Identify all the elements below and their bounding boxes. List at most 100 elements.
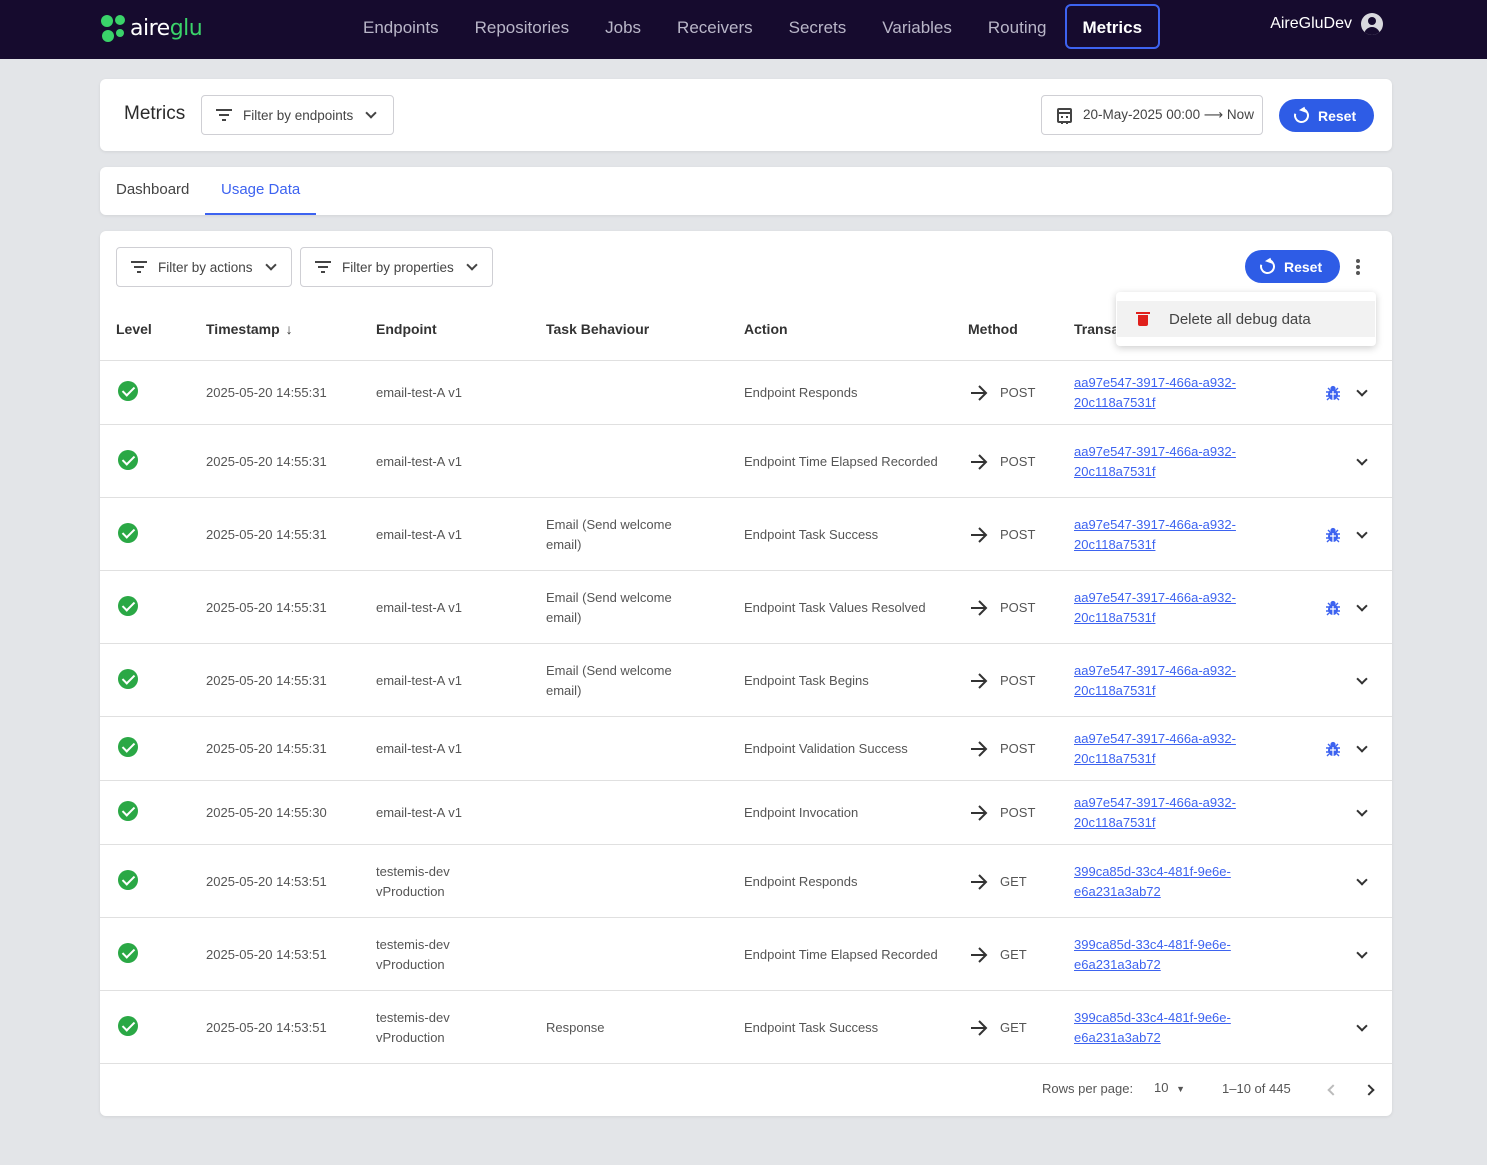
table-row[interactable]: 2025-05-20 14:55:31 email-test-A v1 Endpoi… [100, 424, 1392, 497]
method-cell: POST [1000, 672, 1036, 688]
endpoint-cell: email-test-A v1 [376, 599, 462, 615]
nav-item-metrics[interactable]: Metrics [1064, 4, 1161, 49]
nav-item-repositories[interactable]: Repositories [457, 4, 588, 49]
endpoint-cell: testemis-dev vProduction [376, 1009, 450, 1045]
main-nav: Endpoints Repositories Jobs Receivers Secret… [345, 4, 1161, 49]
task-behaviour-cell [546, 425, 696, 498]
arrow-right-icon [971, 873, 988, 890]
transaction-link[interactable]: aa97e547-3917-466a-a932-20c118a7531f [1074, 425, 1314, 498]
arrow-right-icon [971, 672, 988, 689]
endpoint-cell: testemis-dev vProduction [376, 863, 450, 899]
table-row[interactable]: 2025-05-20 14:53:51 testemis-dev vProduct… [100, 844, 1392, 917]
table-reset-button[interactable]: Reset [1245, 250, 1341, 283]
transaction-link[interactable]: 399ca85d-33c4-481f-9e6e-e6a231a3ab72 [1074, 991, 1314, 1064]
expand-row-icon[interactable] [1356, 672, 1368, 685]
pagination-range: 1–10 of 445 [1222, 1081, 1291, 1096]
transaction-link[interactable]: aa97e547-3917-466a-a932-20c118a7531f [1074, 644, 1314, 717]
action-cell: Endpoint Task Success [744, 526, 879, 542]
column-header-action[interactable]: Action [744, 321, 788, 337]
sort-descending-icon[interactable]: ↓ [286, 321, 293, 337]
table-row[interactable]: 2025-05-20 14:55:30 email-test-A v1 Endpoi… [100, 780, 1392, 844]
chevron-down-icon [264, 259, 277, 271]
expand-row-icon[interactable] [1356, 1019, 1368, 1032]
transaction-link[interactable]: aa97e547-3917-466a-a932-20c118a7531f [1074, 361, 1314, 425]
transaction-link[interactable]: 399ca85d-33c4-481f-9e6e-e6a231a3ab72 [1074, 845, 1314, 918]
bug-icon[interactable] [1326, 741, 1340, 757]
rows-per-page-select[interactable]: 10 ▼ [1154, 1080, 1185, 1095]
expand-row-icon[interactable] [1356, 873, 1368, 886]
expand-row-icon[interactable] [1356, 526, 1368, 539]
expand-row-icon[interactable] [1356, 385, 1368, 397]
column-header-timestamp[interactable]: Timestamp ↓ [206, 321, 293, 337]
calendar-icon [1057, 107, 1072, 124]
filter-icon [131, 261, 147, 273]
endpoint-cell: email-test-A v1 [376, 741, 462, 756]
table-row[interactable]: 2025-05-20 14:55:31 email-test-A v1 Email … [100, 643, 1392, 716]
user-menu[interactable]: AireGluDev [1270, 13, 1383, 35]
more-options-icon[interactable] [1356, 259, 1360, 275]
task-behaviour-cell: Response [546, 1019, 605, 1035]
success-check-icon [118, 595, 138, 616]
date-range-picker[interactable]: 20-May-2025 00:00 ⟶ Now [1041, 95, 1263, 135]
expand-row-icon[interactable] [1356, 741, 1368, 753]
transaction-link[interactable]: aa97e547-3917-466a-a932-20c118a7531f [1074, 498, 1314, 571]
next-page-icon[interactable] [1363, 1084, 1375, 1096]
timestamp-cell: 2025-05-20 14:53:51 [206, 1019, 327, 1035]
nav-item-endpoints[interactable]: Endpoints [345, 4, 457, 49]
success-check-icon [118, 381, 138, 401]
timestamp-cell: 2025-05-20 14:55:31 [206, 453, 327, 469]
transaction-link[interactable]: aa97e547-3917-466a-a932-20c118a7531f [1074, 717, 1314, 781]
column-header-method[interactable]: Method [968, 321, 1018, 337]
transaction-link[interactable]: 399ca85d-33c4-481f-9e6e-e6a231a3ab72 [1074, 918, 1314, 991]
more-options-menu: Delete all debug data [1116, 292, 1376, 346]
success-check-icon [118, 522, 138, 543]
expand-row-icon[interactable] [1356, 453, 1368, 466]
usage-data-table-card: Filter by actions Filter by properties R… [100, 231, 1392, 1116]
table-row[interactable]: 2025-05-20 14:53:51 testemis-dev vProduct… [100, 990, 1392, 1063]
delete-all-debug-data-label: Delete all debug data [1169, 310, 1311, 328]
bug-icon[interactable] [1326, 527, 1340, 543]
arrow-right-icon [971, 599, 988, 616]
nav-item-receivers[interactable]: Receivers [659, 4, 771, 49]
nav-item-variables[interactable]: Variables [864, 4, 970, 49]
table-row[interactable]: 2025-05-20 14:55:31 email-test-A v1 Email … [100, 570, 1392, 643]
delete-all-debug-data-menu-item[interactable]: Delete all debug data [1117, 301, 1375, 337]
arrow-right-icon [971, 1019, 988, 1036]
bug-icon[interactable] [1326, 385, 1340, 401]
bug-icon[interactable] [1326, 600, 1340, 616]
expand-row-icon[interactable] [1356, 946, 1368, 959]
table-row[interactable]: 2025-05-20 14:53:51 testemis-dev vProduct… [100, 917, 1392, 990]
tab-usage-data[interactable]: Usage Data [205, 167, 317, 215]
table-row[interactable]: 2025-05-20 14:55:31 email-test-A v1 Endpoi… [100, 716, 1392, 780]
expand-row-icon[interactable] [1356, 599, 1368, 612]
column-header-level[interactable]: Level [116, 321, 152, 337]
table-row[interactable]: 2025-05-20 14:55:31 email-test-A v1 Endpoi… [100, 360, 1392, 424]
tabs-card: Dashboard Usage Data [100, 167, 1392, 215]
nav-item-jobs[interactable]: Jobs [587, 4, 659, 49]
method-cell: GET [1000, 873, 1027, 889]
filter-actions-button[interactable]: Filter by actions [116, 247, 292, 287]
arrow-right-icon [971, 805, 988, 821]
expand-row-icon[interactable] [1356, 805, 1368, 817]
tab-dashboard[interactable]: Dashboard [100, 167, 205, 215]
column-header-endpoint[interactable]: Endpoint [376, 321, 437, 337]
column-header-task-behaviour[interactable]: Task Behaviour [546, 321, 649, 337]
method-cell: POST [1000, 453, 1036, 469]
action-cell: Endpoint Task Values Resolved [744, 599, 926, 615]
chevron-down-icon [365, 107, 377, 119]
filter-endpoints-button[interactable]: Filter by endpoints [201, 95, 394, 135]
nav-item-secrets[interactable]: Secrets [771, 4, 865, 49]
prev-page-icon[interactable] [1327, 1084, 1339, 1096]
table-row[interactable]: 2025-05-20 14:55:31 email-test-A v1 Email … [100, 497, 1392, 570]
logo-text-secondary: glu [169, 15, 203, 41]
header-reset-button[interactable]: Reset [1279, 99, 1375, 132]
nav-item-routing[interactable]: Routing [970, 4, 1065, 49]
endpoint-cell: testemis-dev vProduction [376, 936, 450, 972]
method-cell: POST [1000, 741, 1036, 756]
filter-actions-label: Filter by actions [158, 259, 253, 275]
transaction-link[interactable]: aa97e547-3917-466a-a932-20c118a7531f [1074, 571, 1314, 644]
filter-properties-button[interactable]: Filter by properties [300, 247, 493, 287]
date-range-label: 20-May-2025 00:00 ⟶ Now [1083, 107, 1254, 122]
transaction-link[interactable]: aa97e547-3917-466a-a932-20c118a7531f [1074, 781, 1314, 845]
aireglu-logo[interactable]: aireglu [100, 12, 203, 44]
